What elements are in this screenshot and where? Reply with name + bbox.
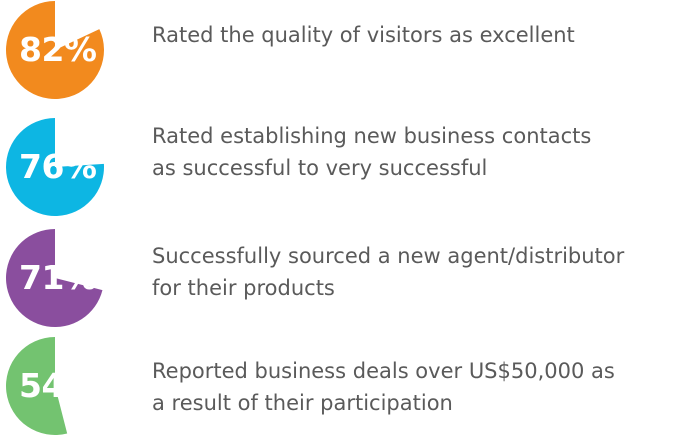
stat-description-2-line-1: Rated establishing new business contacts	[152, 124, 592, 148]
stat-row-2: 76% Rated establishing new business cont…	[0, 117, 679, 227]
stat-description-4: Reported business deals over US$50,000 a…	[152, 355, 615, 419]
stat-description-3-line-2: for their products	[152, 276, 335, 300]
stat-description-1-line-1: Rated the quality of visitors as excelle…	[152, 23, 575, 47]
pie-chart-1: 82%	[5, 0, 105, 100]
stat-description-2: Rated establishing new business contacts…	[152, 120, 591, 184]
pie-chart-2: 76%	[5, 117, 105, 217]
stat-description-4-line-1: Reported business deals over US$50,000 a…	[152, 359, 615, 383]
stat-description-1: Rated the quality of visitors as excelle…	[152, 19, 575, 51]
pie-chart-4: 54%	[5, 336, 105, 436]
pie-chart-3: 71%	[5, 228, 105, 328]
stat-row-4: 54% Reported business deals over US$50,0…	[0, 336, 679, 446]
stat-description-3: Successfully sourced a new agent/distrib…	[152, 240, 624, 304]
pie-percent-label-2: 76%	[19, 147, 97, 186]
stat-description-2-line-2: as successful to very successful	[152, 156, 488, 180]
stat-row-1: 82% Rated the quality of visitors as exc…	[0, 0, 679, 110]
pie-percent-label-1: 82%	[19, 30, 97, 69]
pie-percent-label-4: 54%	[19, 366, 97, 405]
stat-description-3-line-1: Successfully sourced a new agent/distrib…	[152, 244, 625, 268]
stat-description-4-line-2: a result of their participation	[152, 391, 453, 415]
stat-row-3: 71% Successfully sourced a new agent/dis…	[0, 228, 679, 338]
pie-percent-label-3: 71%	[19, 258, 97, 297]
